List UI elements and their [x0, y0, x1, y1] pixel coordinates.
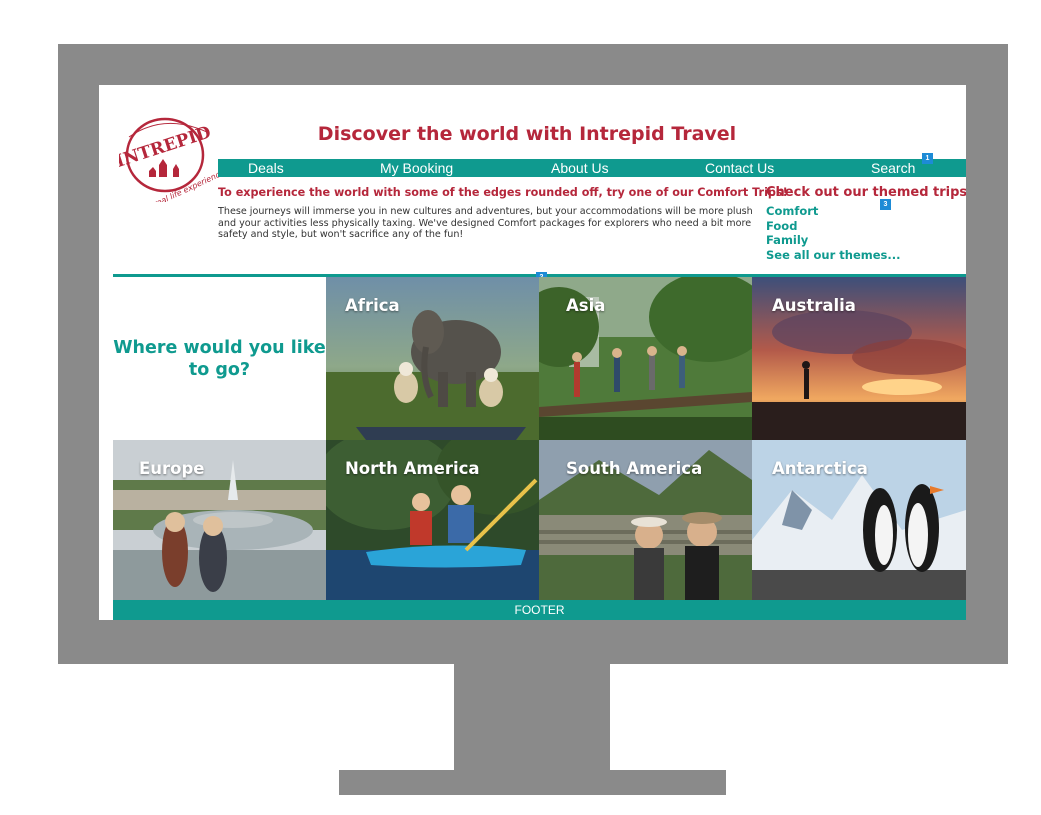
tile-north-america[interactable]: North America	[326, 440, 539, 600]
intro-body: These journeys will immerse you in new c…	[218, 206, 753, 240]
themes-list: Comfort Food Family See all our themes..…	[766, 204, 966, 262]
main-nav: Deals My Booking About Us Contact Us Sea…	[218, 159, 966, 177]
tile-label-australia: Australia	[772, 296, 856, 315]
footer: FOOTER	[113, 600, 966, 620]
theme-link-see-all[interactable]: See all our themes...	[766, 248, 966, 263]
tile-label-antarctica: Antarctica	[772, 459, 868, 478]
themes-heading: Check out our themed trips!	[766, 185, 966, 200]
tile-label-south-america: South America	[566, 459, 703, 478]
nav-deals[interactable]: Deals	[248, 159, 284, 177]
theme-link-family[interactable]: Family	[766, 233, 966, 248]
tile-label-africa: Africa	[345, 296, 400, 315]
tile-label-asia: Asia	[566, 296, 606, 315]
nav-my-booking[interactable]: My Booking	[380, 159, 453, 177]
tile-asia[interactable]: Asia	[539, 277, 752, 440]
tile-antarctica[interactable]: Antarctica	[752, 440, 966, 600]
theme-link-comfort[interactable]: Comfort	[766, 204, 966, 219]
tile-label-north-america: North America	[345, 459, 480, 478]
destination-prompt: Where would you like to go?	[113, 337, 326, 380]
tile-south-america[interactable]: South America	[539, 440, 752, 600]
theme-link-food[interactable]: Food	[766, 219, 966, 234]
skyline-icon	[149, 159, 179, 177]
tile-europe[interactable]: Europe	[113, 440, 326, 600]
monitor-stand-base	[339, 770, 726, 795]
nav-contact-us[interactable]: Contact Us	[705, 159, 774, 177]
intro-heading: To experience the world with some of the…	[218, 186, 788, 199]
page-title: Discover the world with Intrepid Travel	[317, 123, 737, 145]
annotation-badge-1: 1	[922, 153, 933, 164]
nav-search[interactable]: Search	[871, 159, 915, 177]
tile-africa[interactable]: Africa	[326, 277, 539, 440]
tile-australia[interactable]: Australia	[752, 277, 966, 440]
monitor-stand-neck	[454, 664, 610, 770]
tile-label-europe: Europe	[139, 459, 205, 478]
screen: INTREPID real life experiences... Discov…	[99, 85, 966, 620]
nav-about-us[interactable]: About Us	[551, 159, 609, 177]
